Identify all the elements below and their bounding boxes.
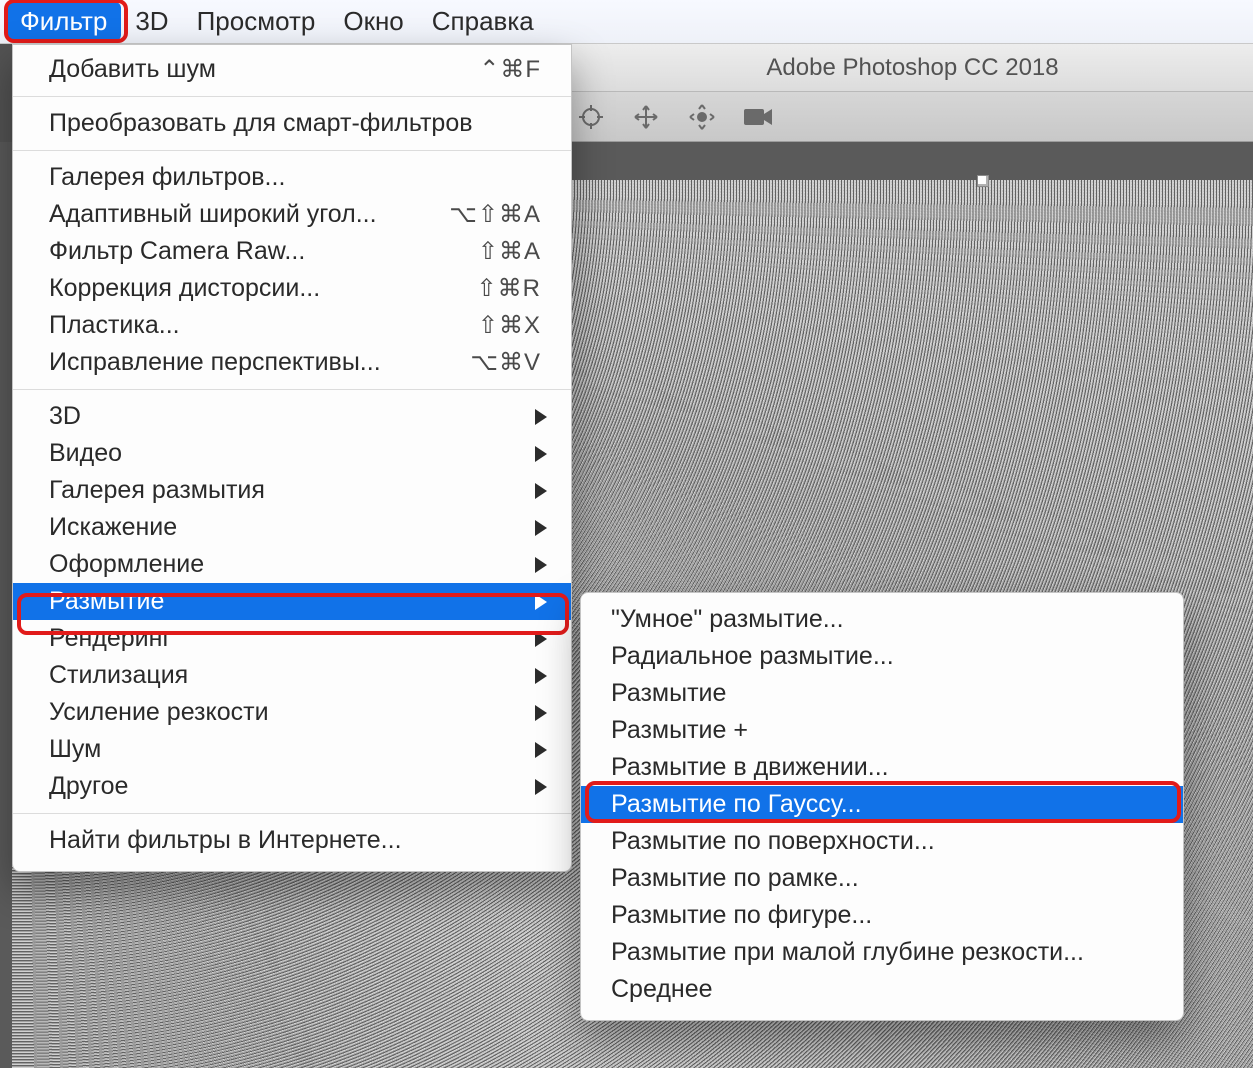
menuitem-label: Искажение (49, 513, 541, 542)
menu-filter[interactable]: Фильтр (6, 2, 121, 41)
submenuitem-smart-blur[interactable]: "Умное" размытие... (581, 601, 1183, 638)
submenuitem-shape-blur[interactable]: Размытие по фигуре... (581, 897, 1183, 934)
menuitem-liquify[interactable]: Пластика...⇧⌘X (13, 307, 571, 344)
camera-icon[interactable] (744, 107, 774, 127)
menuitem-label: 3D (49, 402, 541, 431)
submenuitem-surface-blur[interactable]: Размытие по поверхности... (581, 823, 1183, 860)
menu-separator (13, 389, 571, 390)
menuitem-shortcut: ⇧⌘A (478, 237, 541, 266)
menuitem-distort[interactable]: Искажение (13, 509, 571, 546)
menuitem-label: Видео (49, 439, 541, 468)
submenuitem-blur[interactable]: Размытие (581, 675, 1183, 712)
menu-window[interactable]: Окно (329, 2, 417, 41)
menuitem-label: Добавить шум (49, 55, 479, 84)
submenuitem-box-blur[interactable]: Размытие по рамке... (581, 860, 1183, 897)
menuitem-label: Исправление перспективы... (49, 348, 470, 377)
menuitem-label: Адаптивный широкий угол... (49, 200, 449, 229)
menuitem-label: Шум (49, 735, 541, 764)
submenuitem-average[interactable]: Среднее (581, 971, 1183, 1008)
orbit-icon[interactable] (688, 103, 716, 131)
menuitem-label: Преобразовать для смарт-фильтров (49, 109, 541, 138)
submenuitem-motion-blur[interactable]: Размытие в движении... (581, 749, 1183, 786)
menuitem-label: Найти фильтры в Интернете... (49, 826, 541, 855)
menuitem-video[interactable]: Видео (13, 435, 571, 472)
menu-bar: Фильтр 3D Просмотр Окно Справка (0, 0, 1253, 44)
cursor-target-icon[interactable] (578, 104, 604, 130)
menuitem-shortcut: ⇧⌘R (477, 274, 541, 303)
menuitem-label: Оформление (49, 550, 541, 579)
submenuitem-gaussian-blur[interactable]: Размытие по Гауссу... (581, 786, 1183, 823)
menuitem-noise[interactable]: Шум (13, 731, 571, 768)
menuitem-pixelate[interactable]: Оформление (13, 546, 571, 583)
menu-separator (13, 150, 571, 151)
menuitem-adaptive-wide-angle[interactable]: Адаптивный широкий угол...⌥⇧⌘A (13, 196, 571, 233)
menuitem-blur[interactable]: Размытие (13, 583, 571, 620)
submenuitem-radial-blur[interactable]: Радиальное размытие... (581, 638, 1183, 675)
menuitem-other[interactable]: Другое (13, 768, 571, 805)
menuitem-browse-filters-online[interactable]: Найти фильтры в Интернете... (13, 822, 571, 859)
menu-separator (13, 813, 571, 814)
filter-dropdown: Добавить шум ⌃⌘F Преобразовать для смарт… (12, 44, 572, 872)
menuitem-filter-gallery[interactable]: Галерея фильтров... (13, 159, 571, 196)
menuitem-label: Другое (49, 772, 541, 801)
menuitem-shortcut: ⌃⌘F (479, 55, 541, 84)
menuitem-render[interactable]: Рендеринг (13, 620, 571, 657)
menuitem-label: Фильтр Camera Raw... (49, 237, 478, 266)
menuitem-lens-correction[interactable]: Коррекция дисторсии...⇧⌘R (13, 270, 571, 307)
menuitem-label: Стилизация (49, 661, 541, 690)
menuitem-shortcut: ⇧⌘X (478, 311, 541, 340)
move-icon[interactable] (632, 103, 660, 131)
menuitem-shortcut: ⌥⇧⌘A (449, 200, 541, 229)
transform-handle[interactable] (977, 175, 989, 187)
menuitem-camera-raw[interactable]: Фильтр Camera Raw...⇧⌘A (13, 233, 571, 270)
menuitem-vanishing-point[interactable]: Исправление перспективы...⌥⌘V (13, 344, 571, 381)
window-titlebar: Adobe Photoshop CC 2018 (572, 44, 1253, 92)
menu-3d[interactable]: 3D (121, 2, 182, 41)
menuitem-shortcut: ⌥⌘V (470, 348, 541, 377)
menuitem-label: Усиление резкости (49, 698, 541, 727)
menuitem-stylize[interactable]: Стилизация (13, 657, 571, 694)
menuitem-label: Пластика... (49, 311, 478, 340)
menuitem-3d[interactable]: 3D (13, 398, 571, 435)
menuitem-label: Рендеринг (49, 624, 541, 653)
menu-separator (13, 96, 571, 97)
menuitem-last-filter[interactable]: Добавить шум ⌃⌘F (13, 51, 571, 88)
menu-help[interactable]: Справка (418, 2, 548, 41)
menuitem-label: Коррекция дисторсии... (49, 274, 477, 303)
menuitem-convert-smart[interactable]: Преобразовать для смарт-фильтров (13, 105, 571, 142)
menu-view[interactable]: Просмотр (183, 2, 330, 41)
submenuitem-blur-more[interactable]: Размытие + (581, 712, 1183, 749)
menuitem-sharpen[interactable]: Усиление резкости (13, 694, 571, 731)
submenuitem-lens-blur[interactable]: Размытие при малой глубине резкости... (581, 934, 1183, 971)
options-bar (572, 92, 1253, 142)
menuitem-label: Галерея размытия (49, 476, 541, 505)
menuitem-label: Размытие (49, 587, 541, 616)
blur-submenu: "Умное" размытие... Радиальное размытие.… (580, 592, 1184, 1021)
menuitem-label: Галерея фильтров... (49, 163, 541, 192)
menuitem-blur-gallery[interactable]: Галерея размытия (13, 472, 571, 509)
